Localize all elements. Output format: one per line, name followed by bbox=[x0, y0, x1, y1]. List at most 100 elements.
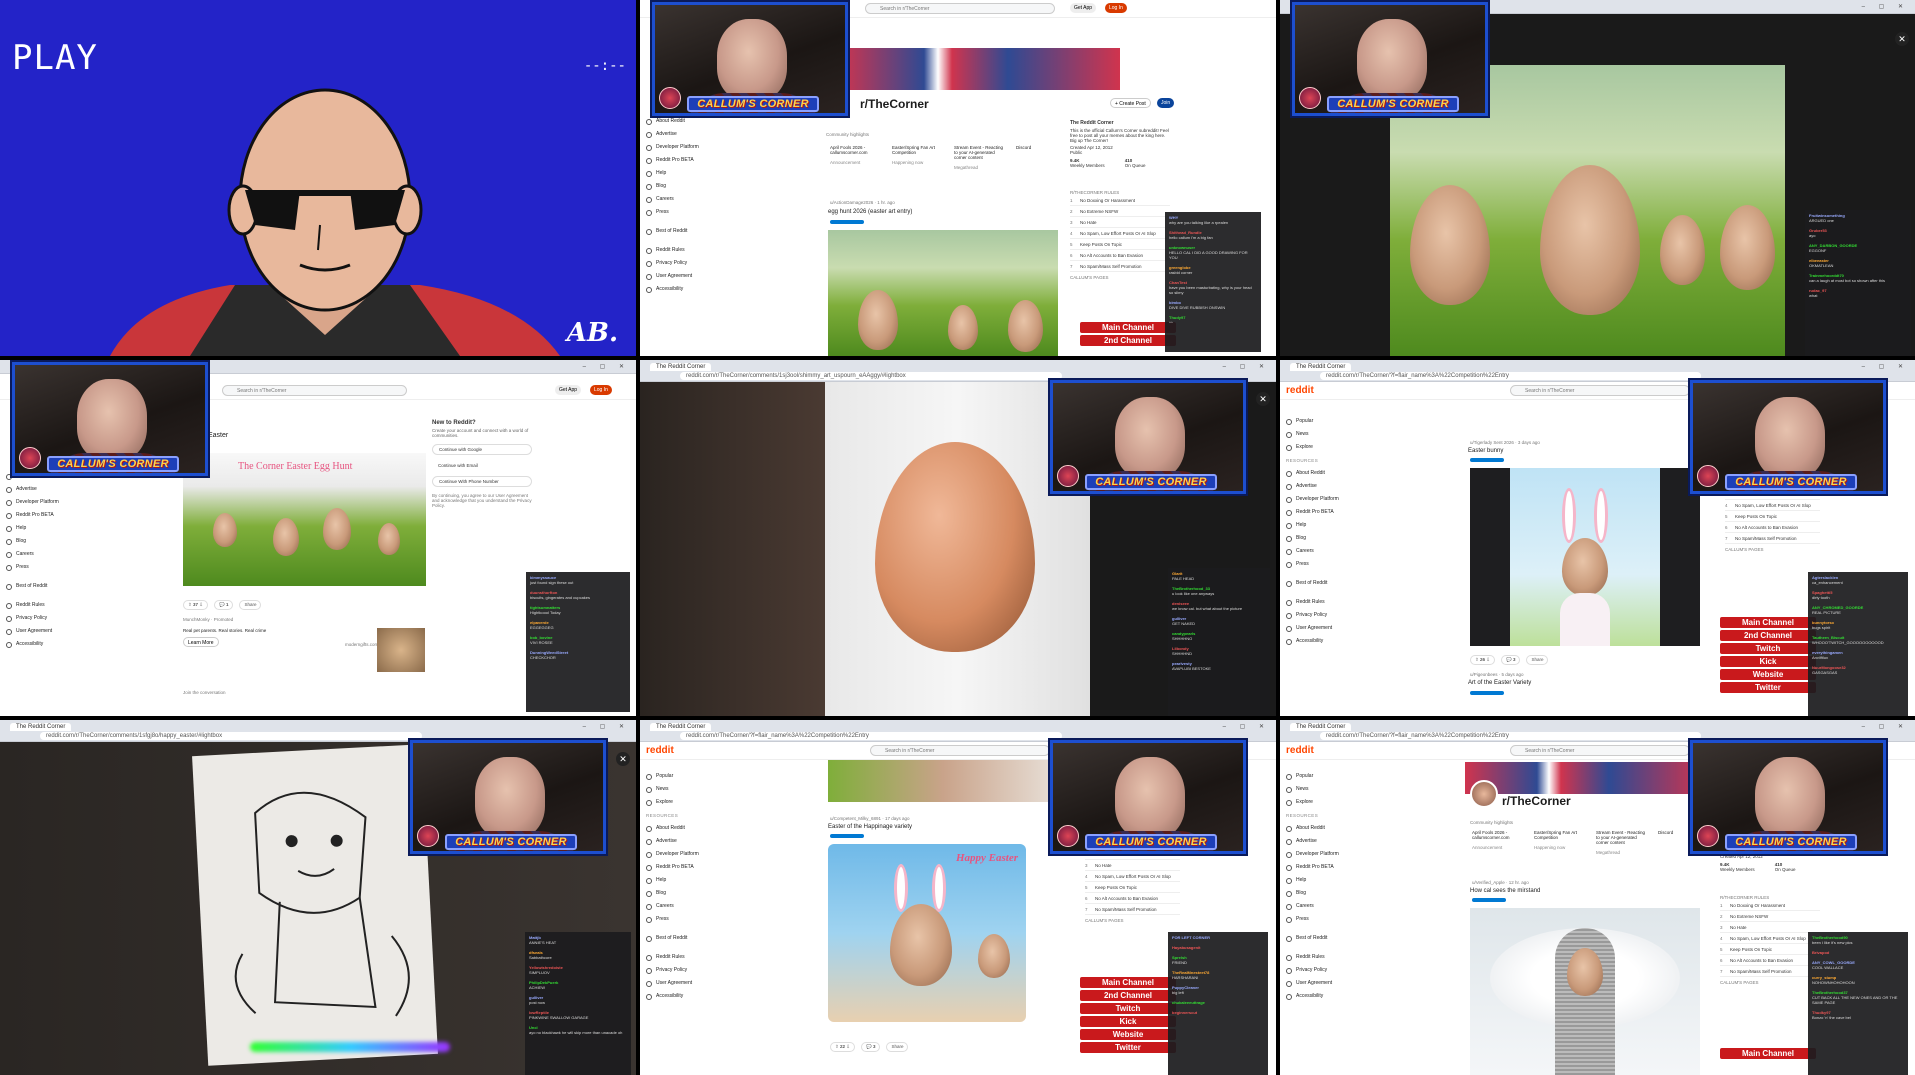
post-image[interactable] bbox=[1470, 908, 1700, 1075]
sidebar-item-help[interactable]: Help bbox=[1286, 874, 1416, 887]
rule-item[interactable]: 1No Doxxing Or Harassment bbox=[1720, 900, 1820, 911]
sidebar-item-popular[interactable]: Popular bbox=[1286, 770, 1416, 783]
sidebar-item-blog[interactable]: Blog bbox=[646, 887, 776, 900]
rule-item[interactable]: 3 No Hate bbox=[1720, 922, 1820, 933]
rule-item[interactable]: 5 Keep Posts On Topic bbox=[1085, 882, 1180, 893]
promoted-text[interactable]: Real pet parents. Real stories. Real cri… bbox=[183, 628, 266, 633]
post-author[interactable]: u/ActionDamage2026 · 1 hr. ago bbox=[830, 200, 895, 205]
second-channel-button[interactable]: 2nd Channel bbox=[1720, 630, 1816, 641]
post-title[interactable]: egg hunt 2026 (easter art entry) bbox=[828, 209, 912, 215]
rule-item[interactable]: 4 No Spam, Low Effort Posts Or AI Slop bbox=[1070, 228, 1170, 239]
sidebar-item-developer[interactable]: Developer Platform bbox=[1286, 848, 1416, 861]
post-author[interactable]: u/Verified_Apple · 12 hr. ago bbox=[1472, 880, 1529, 885]
twitch-button[interactable]: Twitch bbox=[1720, 643, 1816, 654]
sidebar-item-privacy[interactable]: Privacy Policy bbox=[1286, 609, 1416, 622]
sidebar-resources-header[interactable]: RESOURCES bbox=[646, 809, 776, 822]
rule-item[interactable]: 3 No Hate bbox=[1070, 217, 1170, 228]
post-image[interactable]: Happy Easter bbox=[828, 844, 1026, 1022]
sidebar-item-agreement[interactable]: User Agreement bbox=[6, 625, 136, 638]
sidebar-item-press[interactable]: Press bbox=[1286, 913, 1416, 926]
sidebar-resources-header[interactable]: RESOURCES bbox=[1286, 454, 1416, 467]
main-channel-button[interactable]: Main Channel bbox=[1080, 322, 1176, 333]
rule-item[interactable]: 7 No Spam/Mass Self Promotion bbox=[1720, 966, 1820, 977]
search-input[interactable]: Search in r/TheCorner bbox=[1510, 385, 1690, 396]
sidebar-item-privacy[interactable]: Privacy Policy bbox=[6, 612, 136, 625]
sidebar-item-popular[interactable]: Popular bbox=[1286, 415, 1416, 428]
sidebar-item-developer[interactable]: Developer Platform bbox=[646, 848, 776, 861]
sidebar-item-best[interactable]: Best of Reddit bbox=[646, 932, 776, 945]
rule-item[interactable]: 3 No Hate bbox=[1085, 860, 1180, 871]
comments-button[interactable]: 💬 1 bbox=[214, 600, 234, 610]
sidebar-item-blog[interactable]: Blog bbox=[646, 180, 776, 193]
rule-item[interactable]: 4 No Spam, Low Effort Posts Or AI Slop bbox=[1725, 500, 1820, 511]
sidebar-item-rules[interactable]: Reddit Rules bbox=[6, 599, 136, 612]
rule-item[interactable]: 6 No Alt Accounts to Ban Evasion bbox=[1085, 893, 1180, 904]
sidebar-item-explore[interactable]: Explore bbox=[1286, 441, 1416, 454]
search-input[interactable]: Search in r/TheCorner bbox=[870, 745, 1050, 756]
sidebar-item-press[interactable]: Press bbox=[646, 206, 776, 219]
highlight-card[interactable]: Stream Event - Reacting to your AI-gener… bbox=[954, 145, 1008, 170]
twitch-button[interactable]: Twitch bbox=[1080, 1003, 1176, 1014]
reddit-logo[interactable]: reddit bbox=[1286, 745, 1314, 756]
rule-item[interactable]: 6 No Alt Accounts to Ban Evasion bbox=[1725, 522, 1820, 533]
sidebar-item-about[interactable]: About Reddit bbox=[646, 115, 776, 128]
sidebar-item-accessibility[interactable]: Accessibility bbox=[646, 283, 776, 296]
browser-tab[interactable]: The Reddit Corner bbox=[1290, 363, 1352, 371]
sidebar-item-developer[interactable]: Developer Platform bbox=[1286, 493, 1416, 506]
sidebar-item-accessibility[interactable]: Accessibility bbox=[646, 990, 776, 1003]
sidebar-item-accessibility[interactable]: Accessibility bbox=[1286, 635, 1416, 648]
sidebar-item-blog[interactable]: Blog bbox=[1286, 532, 1416, 545]
rule-item[interactable]: 4 No Spam, Low Effort Posts Or AI Slop bbox=[1085, 871, 1180, 882]
sidebar-item-best[interactable]: Best of Reddit bbox=[6, 580, 136, 593]
share-button[interactable]: Share bbox=[239, 600, 262, 610]
sidebar-item-advertise[interactable]: Advertise bbox=[646, 128, 776, 141]
browser-tab[interactable]: The Reddit Corner bbox=[650, 723, 712, 731]
rule-item[interactable]: 5 Keep Posts On Topic bbox=[1725, 511, 1820, 522]
sidebar-item-explore[interactable]: Explore bbox=[1286, 796, 1416, 809]
sidebar-item-careers[interactable]: Careers bbox=[646, 900, 776, 913]
browser-tab[interactable]: The Reddit Corner bbox=[1290, 723, 1352, 731]
comments-button[interactable]: 💬 3 bbox=[861, 1042, 881, 1052]
share-button[interactable]: Share bbox=[886, 1042, 909, 1052]
sidebar-item-advertise[interactable]: Advertise bbox=[1286, 480, 1416, 493]
main-channel-button[interactable]: Main Channel bbox=[1720, 1048, 1816, 1059]
next-post-title[interactable]: Art of the Easter Variety bbox=[1468, 680, 1531, 686]
rule-item[interactable]: 4 No Spam, Low Effort Posts Or AI Slop bbox=[1720, 933, 1820, 944]
website-button[interactable]: Website bbox=[1080, 1029, 1176, 1040]
sidebar-item-about[interactable]: About Reddit bbox=[646, 822, 776, 835]
reddit-logo[interactable]: reddit bbox=[1286, 385, 1314, 396]
sidebar-item-rules[interactable]: Reddit Rules bbox=[646, 244, 776, 257]
share-button[interactable]: Share bbox=[1526, 655, 1549, 665]
comments-button[interactable]: 💬 3 bbox=[1501, 655, 1521, 665]
sidebar-item-developer[interactable]: Developer Platform bbox=[646, 141, 776, 154]
sidebar-item-best[interactable]: Best of Reddit bbox=[1286, 932, 1416, 945]
sidebar-item-rules[interactable]: Reddit Rules bbox=[1286, 596, 1416, 609]
browser-tab[interactable]: The Reddit Corner bbox=[10, 723, 72, 731]
sidebar-item-agreement[interactable]: User Agreement bbox=[646, 977, 776, 990]
sidebar-item-news[interactable]: News bbox=[646, 783, 776, 796]
post-image[interactable] bbox=[1470, 468, 1700, 646]
sidebar-item-press[interactable]: Press bbox=[1286, 558, 1416, 571]
browser-tab[interactable]: The Reddit Corner bbox=[650, 363, 712, 371]
sidebar-item-help[interactable]: Help bbox=[6, 522, 136, 535]
rule-item[interactable]: 7 No Spam/Mass Self Promotion bbox=[1725, 533, 1820, 544]
post-title[interactable]: How cal sees the mirstand bbox=[1470, 888, 1540, 894]
sidebar-item-reddit-pro[interactable]: Reddit Pro BETA bbox=[646, 861, 776, 874]
upvote-button[interactable]: ⇧ 22 ⇩ bbox=[830, 1042, 856, 1052]
close-icon[interactable]: ✕ bbox=[616, 752, 630, 766]
promoted-image[interactable] bbox=[377, 628, 425, 672]
address-bar[interactable]: reddit.com/r/TheCorner/?f=flair_name%3A%… bbox=[1320, 732, 1701, 740]
post-image[interactable] bbox=[828, 230, 1058, 356]
main-channel-button[interactable]: Main Channel bbox=[1720, 617, 1816, 628]
main-channel-button[interactable]: Main Channel bbox=[1080, 977, 1176, 988]
sidebar-item-advertise[interactable]: Advertise bbox=[1286, 835, 1416, 848]
close-icon[interactable]: ✕ bbox=[1895, 32, 1909, 46]
sidebar-item-advertise[interactable]: Advertise bbox=[6, 483, 136, 496]
rule-item[interactable]: 7 No Spam/Mass Self Promotion bbox=[1085, 904, 1180, 915]
sidebar-item-agreement[interactable]: User Agreement bbox=[1286, 622, 1416, 635]
join-button[interactable]: Join bbox=[1157, 98, 1175, 108]
sidebar-item-careers[interactable]: Careers bbox=[1286, 545, 1416, 558]
rule-item[interactable]: 2No Extreme NSFW bbox=[1720, 911, 1820, 922]
sidebar-item-reddit-pro[interactable]: Reddit Pro BETA bbox=[646, 154, 776, 167]
comment-input[interactable]: Join the conversation bbox=[183, 690, 226, 695]
